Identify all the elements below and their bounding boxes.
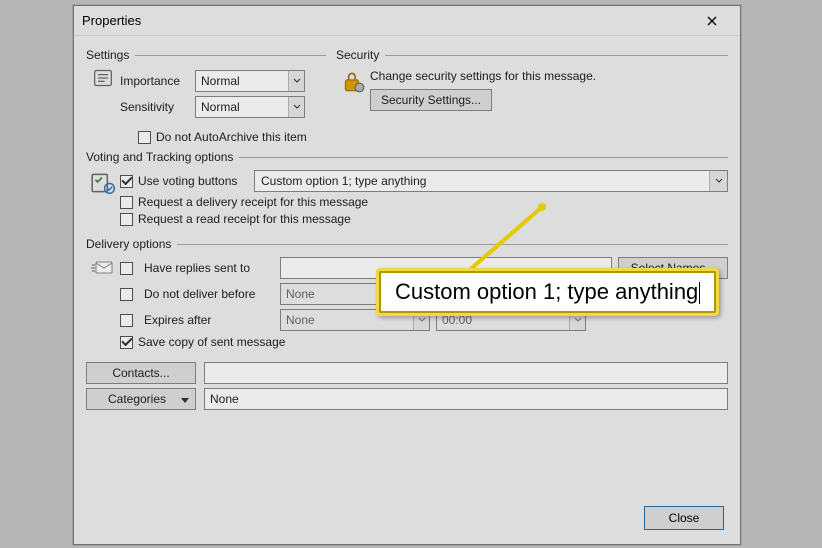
section-security: Security (336, 48, 728, 62)
security-desc: Change security settings for this messag… (370, 69, 728, 83)
importance-combo[interactable]: Normal (195, 70, 305, 92)
contacts-input[interactable] (204, 362, 728, 384)
expires-label: Expires after (144, 313, 274, 327)
checkbox-icon (120, 196, 133, 209)
close-icon (707, 16, 717, 26)
properties-icon (93, 68, 113, 88)
expires-checkbox[interactable] (120, 314, 133, 327)
titlebar: Properties (74, 6, 740, 36)
have-replies-checkbox[interactable] (120, 262, 133, 275)
chevron-down-icon (715, 177, 723, 185)
voting-icon (90, 170, 116, 196)
checkbox-icon (120, 336, 133, 349)
section-settings: Settings (86, 48, 326, 62)
dont-deliver-checkbox[interactable] (120, 288, 133, 301)
section-delivery: Delivery options (86, 237, 728, 251)
categories-input[interactable]: None (204, 388, 728, 410)
chevron-down-icon (293, 77, 301, 85)
close-button[interactable] (692, 7, 732, 35)
dialog-body: Settings Security (74, 36, 740, 422)
autoarchive-checkbox[interactable]: Do not AutoArchive this item (138, 130, 728, 144)
section-voting: Voting and Tracking options (86, 150, 728, 164)
delivery-receipt-checkbox[interactable]: Request a delivery receipt for this mess… (120, 195, 728, 209)
use-voting-checkbox[interactable]: Use voting buttons (120, 174, 248, 188)
chevron-down-icon (574, 316, 582, 324)
delivery-icon (90, 257, 116, 279)
checkbox-icon (138, 131, 151, 144)
text-cursor (699, 282, 700, 304)
voting-options-combo[interactable]: Custom option 1; type anything (254, 170, 728, 192)
have-replies-label: Have replies sent to (144, 261, 274, 275)
close-dialog-button[interactable]: Close (644, 506, 724, 530)
checkbox-icon (120, 175, 133, 188)
callout-bubble: Custom option 1; type anything (376, 268, 719, 316)
sensitivity-combo[interactable]: Normal (195, 96, 305, 118)
chevron-down-icon (418, 316, 426, 324)
contacts-button[interactable]: Contacts... (86, 362, 196, 384)
dont-deliver-label: Do not deliver before (144, 287, 274, 301)
security-settings-button[interactable]: Security Settings... (370, 89, 492, 111)
chevron-down-icon (293, 103, 301, 111)
save-copy-checkbox[interactable]: Save copy of sent message (120, 335, 728, 349)
read-receipt-checkbox[interactable]: Request a read receipt for this message (120, 212, 728, 226)
importance-label: Importance (120, 74, 195, 88)
checkbox-icon (120, 213, 133, 226)
categories-button[interactable]: Categories (86, 388, 196, 410)
sensitivity-label: Sensitivity (120, 100, 195, 114)
dialog-title: Properties (82, 13, 141, 28)
lock-icon (340, 68, 366, 94)
